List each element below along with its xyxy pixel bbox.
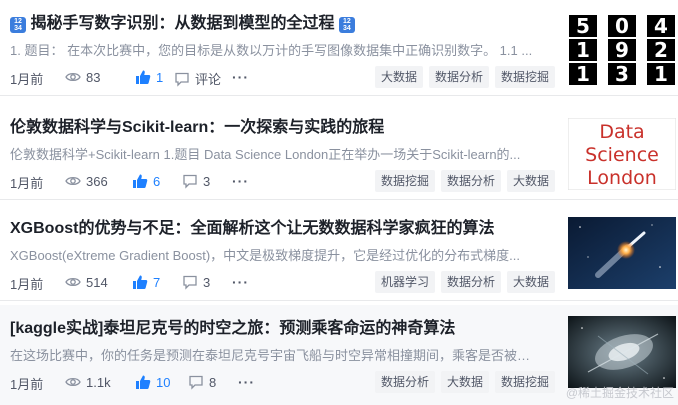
article-thumbnail[interactable]	[568, 217, 676, 289]
article-meta: 1月前 514 7 3 ··· 机器学习 数据分析 大数据	[10, 271, 555, 295]
article-meta: 1月前 83 1 评论 ··· 大数据 数据分析 数据挖掘	[10, 66, 555, 90]
article-card[interactable]: XGBoost的优势与不足：全面解析这个让无数数据科学家疯狂的算法 XGBoos…	[0, 205, 678, 301]
thumb-up-icon	[136, 375, 151, 389]
comment-icon	[183, 174, 197, 189]
like-button[interactable]: 1	[135, 69, 163, 85]
thumb-up-icon	[136, 70, 151, 84]
input-numbers-emoji-icon: 12 34	[10, 17, 26, 33]
view-count: 366	[65, 173, 108, 189]
svg-text:9: 9	[615, 38, 629, 62]
article-abstract[interactable]: 在这场比赛中，你的任务是预测在泰坦尼克号宇宙飞船与时空异常相撞期间，乘客是否被运…	[10, 347, 535, 365]
tag[interactable]: 大数据	[506, 170, 555, 192]
svg-text:2: 2	[654, 38, 668, 62]
data-science-london-image: Data Science London	[568, 118, 676, 190]
eye-icon	[65, 176, 81, 186]
article-meta: 1月前 1.1k 10 8 ··· 数据分析 大数据 数据挖掘	[10, 371, 555, 395]
tag[interactable]: 数据分析	[440, 170, 501, 192]
tag[interactable]: 机器学习	[374, 271, 435, 293]
publish-time: 1月前	[10, 72, 44, 87]
input-numbers-emoji-icon: 12 34	[338, 17, 355, 33]
article-title[interactable]: XGBoost的优势与不足：全面解析这个让无数数据科学家疯狂的算法	[10, 218, 550, 240]
more-button[interactable]: ···	[232, 69, 249, 85]
svg-text:London: London	[587, 167, 657, 189]
comment-icon	[189, 375, 203, 390]
view-count: 514	[65, 274, 108, 290]
publish-time: 1月前	[10, 277, 44, 292]
tag[interactable]: 大数据	[440, 371, 489, 393]
more-button[interactable]: ···	[232, 173, 249, 189]
article-title[interactable]: [kaggle实战]泰坦尼克号的时空之旅：预测乘客命运的神奇算法	[10, 318, 550, 340]
article-title[interactable]: 12 34 揭秘手写数字识别：从数据到模型的全过程 12 34	[10, 13, 550, 35]
tag[interactable]: 数据分析	[374, 371, 435, 393]
article-meta: 1月前 366 6 3 ··· 数据挖掘 数据分析 大数据	[10, 170, 555, 194]
tag-list: 数据挖掘 数据分析 大数据	[374, 170, 555, 192]
tag[interactable]: 大数据	[374, 66, 423, 88]
comment-button[interactable]: 评论	[174, 69, 221, 88]
article-card[interactable]: 12 34 揭秘手写数字识别：从数据到模型的全过程 12 34 1. 题目： 在本次…	[0, 0, 678, 96]
article-abstract[interactable]: 伦敦数据科学+Scikit-learn 1.题目 Data Science Lo…	[10, 146, 535, 164]
eye-icon	[65, 72, 81, 82]
svg-text:0: 0	[615, 14, 629, 38]
tag[interactable]: 数据挖掘	[494, 371, 555, 393]
like-button[interactable]: 10	[135, 374, 170, 390]
article-card[interactable]: 伦敦数据科学与Scikit-learn：一次探索与实践的旅程 伦敦数据科学+Sc…	[0, 104, 678, 200]
svg-text:1: 1	[654, 62, 668, 86]
article-title[interactable]: 伦敦数据科学与Scikit-learn：一次探索与实践的旅程	[10, 117, 550, 139]
tag[interactable]: 数据挖掘	[494, 66, 555, 88]
like-button[interactable]: 7	[132, 274, 160, 290]
article-thumbnail[interactable]: 5 0 4 1 9 2 1 3 1	[568, 14, 676, 86]
more-button[interactable]: ···	[238, 374, 255, 390]
article-thumbnail[interactable]	[568, 316, 676, 388]
svg-text:Science: Science	[585, 144, 659, 166]
article-feed: 12 34 揭秘手写数字识别：从数据到模型的全过程 12 34 1. 题目： 在本次…	[0, 0, 678, 405]
comment-button[interactable]: 8	[188, 374, 216, 390]
svg-text:1: 1	[576, 62, 590, 86]
eye-icon	[65, 377, 81, 387]
svg-text:4: 4	[654, 14, 668, 38]
rocket-launch-image	[568, 217, 676, 289]
tag-list: 数据分析 大数据 数据挖掘	[374, 371, 555, 393]
comment-icon	[183, 275, 197, 290]
like-button[interactable]: 6	[132, 173, 160, 189]
tag[interactable]: 数据分析	[440, 271, 501, 293]
comment-icon	[175, 72, 189, 87]
tag[interactable]: 数据挖掘	[374, 170, 435, 192]
svg-text:5: 5	[576, 14, 590, 38]
eye-icon	[65, 277, 81, 287]
comment-button[interactable]: 3	[182, 274, 210, 290]
thumb-up-icon	[133, 174, 148, 188]
svg-text:1: 1	[576, 38, 590, 62]
watermark: @稀土掘金技术社区	[565, 386, 674, 400]
spaceship-image	[568, 316, 676, 388]
publish-time: 1月前	[10, 176, 44, 191]
tag-list: 机器学习 数据分析 大数据	[374, 271, 555, 293]
article-abstract[interactable]: 1. 题目： 在本次比赛中，您的目标是从数以万计的手写图像数据集中正确识别数字。…	[10, 42, 535, 60]
article-thumbnail[interactable]: Data Science London	[568, 118, 676, 190]
view-count: 1.1k	[65, 374, 111, 390]
mnist-digits-image: 5 0 4 1 9 2 1 3 1	[568, 14, 676, 86]
article-card[interactable]: [kaggle实战]泰坦尼克号的时空之旅：预测乘客命运的神奇算法 在这场比赛中，…	[0, 305, 678, 405]
more-button[interactable]: ···	[232, 274, 249, 290]
comment-button[interactable]: 3	[182, 173, 210, 189]
view-count: 83	[65, 69, 100, 85]
thumb-up-icon	[133, 275, 148, 289]
tag[interactable]: 大数据	[506, 271, 555, 293]
tag-list: 大数据 数据分析 数据挖掘	[374, 66, 555, 88]
tag[interactable]: 数据分析	[428, 66, 489, 88]
article-abstract[interactable]: XGBoost(eXtreme Gradient Boost)，中文是极致梯度提…	[10, 247, 535, 265]
svg-text:Data: Data	[599, 121, 644, 143]
publish-time: 1月前	[10, 377, 44, 392]
svg-text:3: 3	[615, 62, 629, 86]
